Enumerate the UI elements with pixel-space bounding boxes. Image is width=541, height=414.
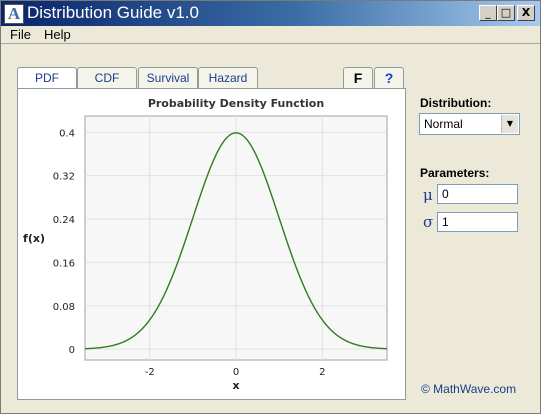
- sigma-symbol: σ: [423, 213, 434, 231]
- chart-panel: Probability Density Function 0 0.08 0.16 0.…: [17, 88, 406, 400]
- y-axis: 0 0.08 0.16 0.24 0.32 0.4: [53, 128, 75, 356]
- y-tick-label: 0.08: [53, 302, 75, 313]
- x-axis-label: x: [232, 379, 239, 392]
- menu-help[interactable]: Help: [44, 27, 71, 42]
- tab-cdf[interactable]: CDF: [77, 67, 137, 90]
- parameters-label: Parameters:: [420, 166, 490, 180]
- maximize-button[interactable]: □: [497, 5, 515, 21]
- y-axis-label: f(x): [23, 232, 45, 245]
- x-tick-label: -2: [145, 367, 155, 378]
- tab-help[interactable]: ?: [374, 67, 404, 90]
- tab-survival[interactable]: Survival: [138, 67, 198, 90]
- distribution-label: Distribution:: [420, 96, 492, 110]
- y-tick-label: 0.24: [53, 215, 75, 226]
- mu-symbol: μ: [423, 186, 433, 204]
- sigma-input[interactable]: [437, 212, 518, 232]
- pdf-chart: Probability Density Function 0 0.08 0.16 0.…: [23, 97, 388, 392]
- close-button[interactable]: X: [517, 5, 535, 21]
- menu-file[interactable]: File: [10, 27, 31, 42]
- footer-link[interactable]: © MathWave.com: [421, 382, 516, 396]
- chart-title: Probability Density Function: [148, 97, 324, 110]
- distribution-select[interactable]: Normal ▼: [419, 113, 520, 135]
- x-tick-label: 2: [319, 367, 325, 378]
- x-tick-label: 0: [233, 367, 239, 378]
- title-bar[interactable]: A Distribution Guide v1.0 _ □ X: [1, 1, 540, 26]
- window-title: Distribution Guide v1.0: [27, 3, 199, 22]
- minimize-button[interactable]: _: [479, 5, 497, 21]
- menu-bar: File Help: [1, 26, 540, 43]
- y-tick-label: 0.32: [53, 172, 75, 183]
- app-window: A Distribution Guide v1.0 _ □ X File Hel…: [0, 0, 541, 414]
- chevron-down-icon[interactable]: ▼: [501, 115, 518, 133]
- app-icon: A: [4, 4, 24, 24]
- menu-divider: [1, 43, 540, 44]
- tab-hazard[interactable]: Hazard: [198, 67, 258, 90]
- mu-input[interactable]: [437, 184, 518, 204]
- y-tick-label: 0.4: [59, 128, 75, 139]
- y-tick-label: 0: [69, 345, 75, 356]
- tab-f[interactable]: F: [343, 67, 373, 90]
- x-axis: -2 0 2: [145, 367, 326, 378]
- distribution-value: Normal: [424, 117, 463, 131]
- y-tick-label: 0.16: [53, 258, 75, 269]
